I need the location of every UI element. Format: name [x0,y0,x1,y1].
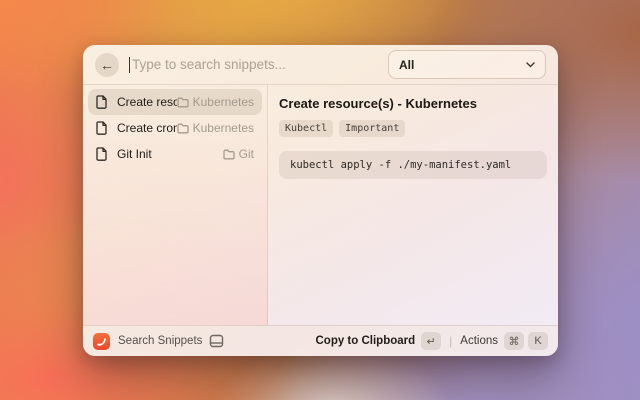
snippet-folder: Git [223,147,254,161]
return-key-icon: ↵ [421,332,441,350]
text-caret [129,57,130,73]
folder-name: Kubernetes [193,121,254,135]
snippet-list-item[interactable]: Git Init Git [88,141,262,167]
detail-title: Create resource(s) - Kubernetes [279,96,547,111]
document-icon [96,121,109,135]
snippets-drawer-icon [209,334,224,348]
filter-dropdown-value: All [399,58,526,72]
app-name: Search Snippets [118,335,202,347]
folder-name: Git [239,147,254,161]
document-icon [96,95,109,109]
back-button[interactable]: ← [95,53,119,77]
folder-icon [177,123,189,134]
snippets-window: ← All Create resource(s) [83,45,558,356]
folder-icon [177,97,189,108]
back-arrow-icon: ← [100,57,114,73]
raycast-logo-icon [93,333,110,350]
actions-label: Actions [460,335,498,347]
snippet-folder: Kubernetes [177,95,254,109]
search-field-wrap [129,57,388,73]
snippet-name: Create cronjob [117,121,177,135]
snippet-name: Create resource(s) [117,95,177,109]
detail-tags: Kubectl Important [279,120,547,137]
code-text: kubectl apply -f ./my-manifest.yaml [290,159,536,171]
tag-chip: Kubectl [279,120,333,137]
window-body: Create resource(s) Kubernetes Create cro… [83,85,558,325]
document-icon [96,147,109,161]
copy-to-clipboard-label: Copy to Clipboard [315,335,415,347]
filter-dropdown[interactable]: All [388,50,546,79]
snippet-list-item[interactable]: Create resource(s) Kubernetes [88,89,262,115]
chevron-down-icon [526,62,535,68]
actions-button[interactable]: Actions ⌘ K [460,332,548,350]
search-header: ← All [83,45,558,85]
folder-name: Kubernetes [193,95,254,109]
folder-icon [223,149,235,160]
code-block: kubectl apply -f ./my-manifest.yaml [279,151,547,179]
snippet-name: Git Init [117,147,223,161]
tag-chip: Important [339,120,405,137]
snippet-folder: Kubernetes [177,121,254,135]
footer-divider: | [449,334,452,348]
copy-to-clipboard-button[interactable]: Copy to Clipboard ↵ [315,332,441,350]
snippet-list-item[interactable]: Create cronjob Kubernetes [88,115,262,141]
snippet-list: Create resource(s) Kubernetes Create cro… [83,85,268,325]
keycap: K [528,332,548,350]
snippet-detail: Create resource(s) - Kubernetes Kubectl … [268,85,558,325]
keycap: ⌘ [504,332,524,350]
actions-keycaps: ⌘ K [504,332,548,350]
action-bar: Search Snippets Copy to Clipboard ↵ | Ac… [83,325,558,356]
search-input[interactable] [132,57,388,72]
